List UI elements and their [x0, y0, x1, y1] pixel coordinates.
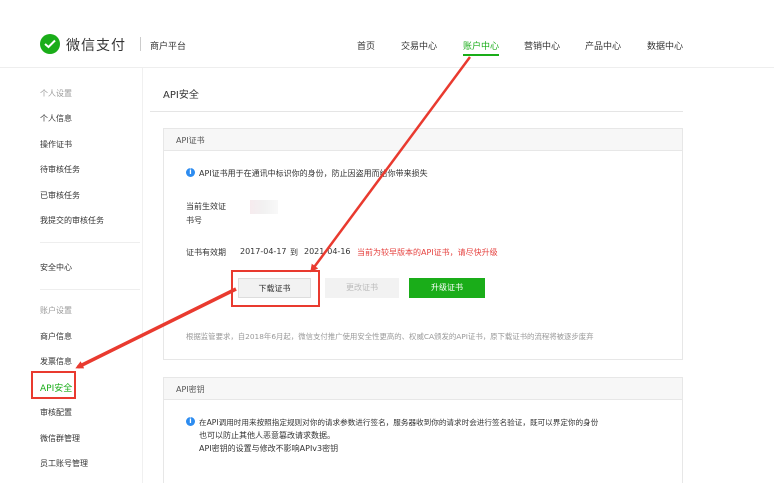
annotation-arrows [75, 56, 472, 369]
arrow-to-download-icon [310, 56, 472, 273]
arrow-to-api-security-icon [75, 287, 237, 369]
